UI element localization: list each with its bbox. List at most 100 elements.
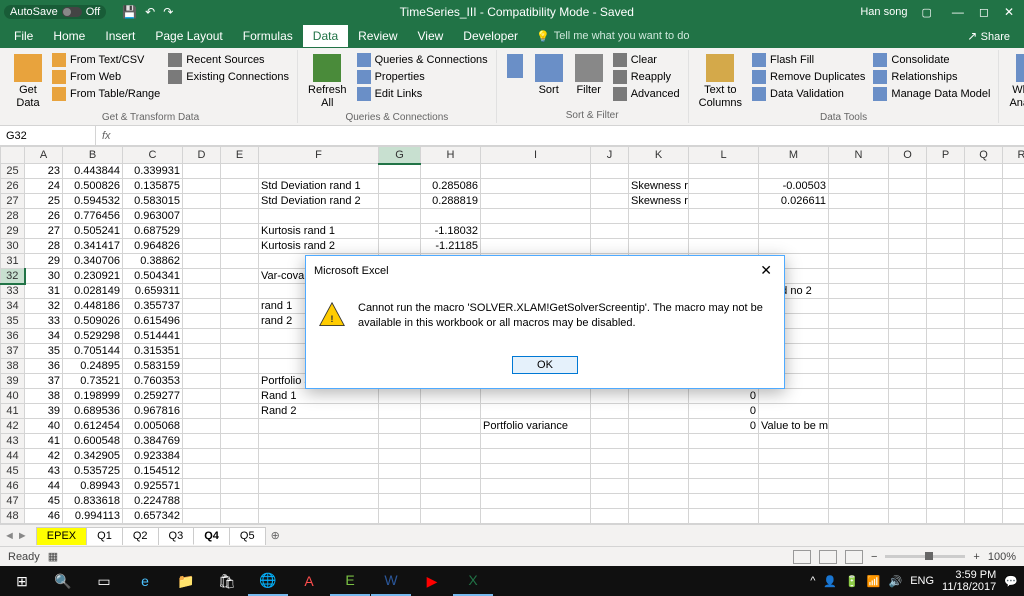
cell-K46[interactable] <box>629 479 689 494</box>
cell-K45[interactable] <box>629 464 689 479</box>
cell-L29[interactable] <box>689 224 759 239</box>
cell-A30[interactable]: 28 <box>25 239 63 254</box>
cell-P42[interactable] <box>927 419 965 434</box>
cell-H41[interactable] <box>421 404 481 419</box>
cell-J40[interactable] <box>591 389 629 404</box>
cell-Q30[interactable] <box>965 239 1003 254</box>
dialog-close-button[interactable]: ✕ <box>756 262 776 279</box>
cell-O27[interactable] <box>889 194 927 209</box>
tray-wifi-icon[interactable]: 📶 <box>867 575 881 588</box>
cell-C38[interactable]: 0.583159 <box>123 359 183 374</box>
cell-C33[interactable]: 0.659311 <box>123 284 183 299</box>
cell-C36[interactable]: 0.514441 <box>123 329 183 344</box>
cell-A49[interactable]: 47 <box>25 524 63 525</box>
cell-G28[interactable] <box>379 209 421 224</box>
cell-B34[interactable]: 0.448186 <box>63 299 123 314</box>
cell-Q47[interactable] <box>965 494 1003 509</box>
get-data-button[interactable]: Get Data <box>10 52 46 112</box>
cell-D38[interactable] <box>183 359 221 374</box>
ribbon-cmd-queries-connections[interactable]: Queries & Connections <box>355 52 490 68</box>
cell-P37[interactable] <box>927 344 965 359</box>
cell-D26[interactable] <box>183 179 221 194</box>
ribbon-cmd-clear[interactable]: Clear <box>611 52 682 68</box>
cell-B41[interactable]: 0.689536 <box>63 404 123 419</box>
cell-R49[interactable] <box>1003 524 1024 525</box>
cell-D34[interactable] <box>183 299 221 314</box>
cell-C27[interactable]: 0.583015 <box>123 194 183 209</box>
cell-A40[interactable]: 38 <box>25 389 63 404</box>
cell-F29[interactable]: Kurtosis rand 1 <box>259 224 379 239</box>
cell-M27[interactable]: 0.026611 <box>759 194 829 209</box>
cell-B39[interactable]: 0.73521 <box>63 374 123 389</box>
cell-O42[interactable] <box>889 419 927 434</box>
cell-N36[interactable] <box>829 329 889 344</box>
cell-A45[interactable]: 43 <box>25 464 63 479</box>
acrobat-icon[interactable]: A <box>289 566 329 596</box>
row-header-42[interactable]: 42 <box>1 419 25 434</box>
cell-F42[interactable] <box>259 419 379 434</box>
cell-D35[interactable] <box>183 314 221 329</box>
cell-Q34[interactable] <box>965 299 1003 314</box>
cell-L27[interactable] <box>689 194 759 209</box>
col-header-G[interactable]: G <box>379 147 421 164</box>
cell-R27[interactable] <box>1003 194 1024 209</box>
cell-A31[interactable]: 29 <box>25 254 63 269</box>
cell-N38[interactable] <box>829 359 889 374</box>
zoom-out-button[interactable]: − <box>871 551 877 563</box>
cell-F30[interactable]: Kurtosis rand 2 <box>259 239 379 254</box>
cell-D44[interactable] <box>183 449 221 464</box>
cell-M28[interactable] <box>759 209 829 224</box>
cell-R29[interactable] <box>1003 224 1024 239</box>
ribbon-cmd-reapply[interactable]: Reapply <box>611 69 682 85</box>
cell-P28[interactable] <box>927 209 965 224</box>
cell-D48[interactable] <box>183 509 221 524</box>
cell-K41[interactable] <box>629 404 689 419</box>
cell-Q45[interactable] <box>965 464 1003 479</box>
cell-E47[interactable] <box>221 494 259 509</box>
cell-R41[interactable] <box>1003 404 1024 419</box>
cell-F43[interactable] <box>259 434 379 449</box>
cell-J47[interactable] <box>591 494 629 509</box>
cell-B45[interactable]: 0.535725 <box>63 464 123 479</box>
ribbon-cmd-from-text-csv[interactable]: From Text/CSV <box>50 52 162 68</box>
cell-C40[interactable]: 0.259277 <box>123 389 183 404</box>
cell-R46[interactable] <box>1003 479 1024 494</box>
cell-L26[interactable] <box>689 179 759 194</box>
cell-N35[interactable] <box>829 314 889 329</box>
cell-G44[interactable] <box>379 449 421 464</box>
cell-G43[interactable] <box>379 434 421 449</box>
cell-O44[interactable] <box>889 449 927 464</box>
cell-R31[interactable] <box>1003 254 1024 269</box>
tray-volume-icon[interactable]: 🔊 <box>889 575 903 588</box>
youtube-icon[interactable]: ▶ <box>412 566 452 596</box>
cell-G41[interactable] <box>379 404 421 419</box>
cell-C30[interactable]: 0.964826 <box>123 239 183 254</box>
ribbon-tab-page-layout[interactable]: Page Layout <box>145 25 232 47</box>
cell-J41[interactable] <box>591 404 629 419</box>
cell-H28[interactable] <box>421 209 481 224</box>
cell-M47[interactable] <box>759 494 829 509</box>
cell-I49[interactable] <box>481 524 591 525</box>
cell-R30[interactable] <box>1003 239 1024 254</box>
row-header-48[interactable]: 48 <box>1 509 25 524</box>
cell-Q26[interactable] <box>965 179 1003 194</box>
cell-B42[interactable]: 0.612454 <box>63 419 123 434</box>
cell-K49[interactable] <box>629 524 689 525</box>
cell-O37[interactable] <box>889 344 927 359</box>
cell-H47[interactable] <box>421 494 481 509</box>
cell-A33[interactable]: 31 <box>25 284 63 299</box>
normal-view-button[interactable] <box>793 550 811 564</box>
cell-R37[interactable] <box>1003 344 1024 359</box>
col-header-C[interactable]: C <box>123 147 183 164</box>
ribbon-cmd-recent-sources[interactable]: Recent Sources <box>166 52 291 68</box>
cell-J49[interactable] <box>591 524 629 525</box>
cell-R48[interactable] <box>1003 509 1024 524</box>
cell-F41[interactable]: Rand 2 <box>259 404 379 419</box>
row-header-38[interactable]: 38 <box>1 359 25 374</box>
cell-H42[interactable] <box>421 419 481 434</box>
cell-P44[interactable] <box>927 449 965 464</box>
cell-N27[interactable] <box>829 194 889 209</box>
cell-L41[interactable]: 0 <box>689 404 759 419</box>
fx-icon[interactable]: fx <box>96 130 117 142</box>
cell-R39[interactable] <box>1003 374 1024 389</box>
